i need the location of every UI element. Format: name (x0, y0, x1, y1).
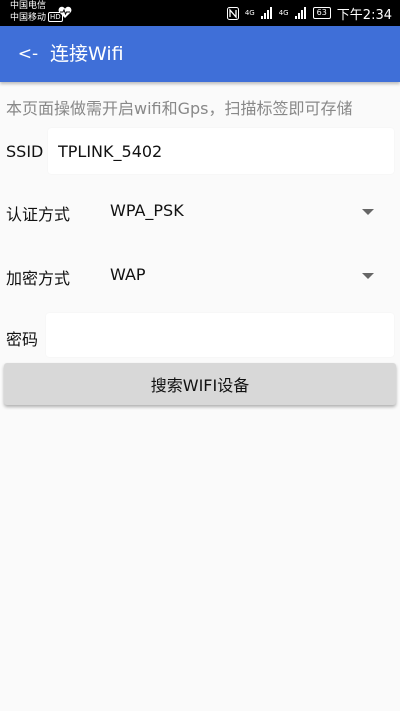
nfc-icon (226, 6, 239, 20)
search-wifi-button[interactable]: 搜索WIFI设备 (4, 363, 396, 405)
heart-pulse-icon (58, 6, 72, 18)
ssid-field-container (48, 128, 394, 174)
page-title: 连接Wifi (50, 43, 124, 65)
status-icons: 4G 4G 63 下午2:34 (226, 4, 392, 23)
instruction-text: 本页面操做需开启wifi和Gps，扫描标签即可存储 (6, 99, 353, 118)
dropdown-arrow-icon (362, 209, 374, 215)
encrypt-method-dropdown[interactable]: WAP (110, 256, 390, 296)
dropdown-arrow-icon (362, 273, 374, 279)
auth-label: 认证方式 (6, 205, 71, 224)
back-button[interactable]: <- (10, 40, 46, 68)
carrier-info: 中国电信 中国移动 HD (10, 1, 63, 24)
clock: 下午2:34 (336, 7, 392, 23)
carrier-1: 中国电信 (10, 1, 47, 11)
status-bar: 中国电信 中国移动 HD 4G 4G 63 下午2:34 (0, 0, 400, 26)
encrypt-label: 加密方式 (6, 269, 71, 288)
network-type-1: 4G (244, 8, 255, 17)
auth-method-dropdown[interactable]: WPA_PSK (110, 192, 390, 232)
signal-icon (260, 7, 272, 19)
app-bar: <- 连接Wifi (0, 26, 400, 82)
ssid-label: SSID (6, 142, 44, 161)
battery-icon: 63 (312, 7, 331, 19)
carrier-2: 中国移动 (10, 13, 47, 23)
ssid-input[interactable] (48, 128, 394, 174)
password-input[interactable] (46, 313, 394, 357)
signal-icon (294, 7, 306, 19)
network-type-2: 4G (278, 8, 289, 17)
encrypt-method-value: WAP (110, 265, 146, 284)
auth-method-value: WPA_PSK (110, 201, 184, 220)
password-label: 密码 (6, 330, 39, 349)
password-field-container (46, 313, 394, 357)
